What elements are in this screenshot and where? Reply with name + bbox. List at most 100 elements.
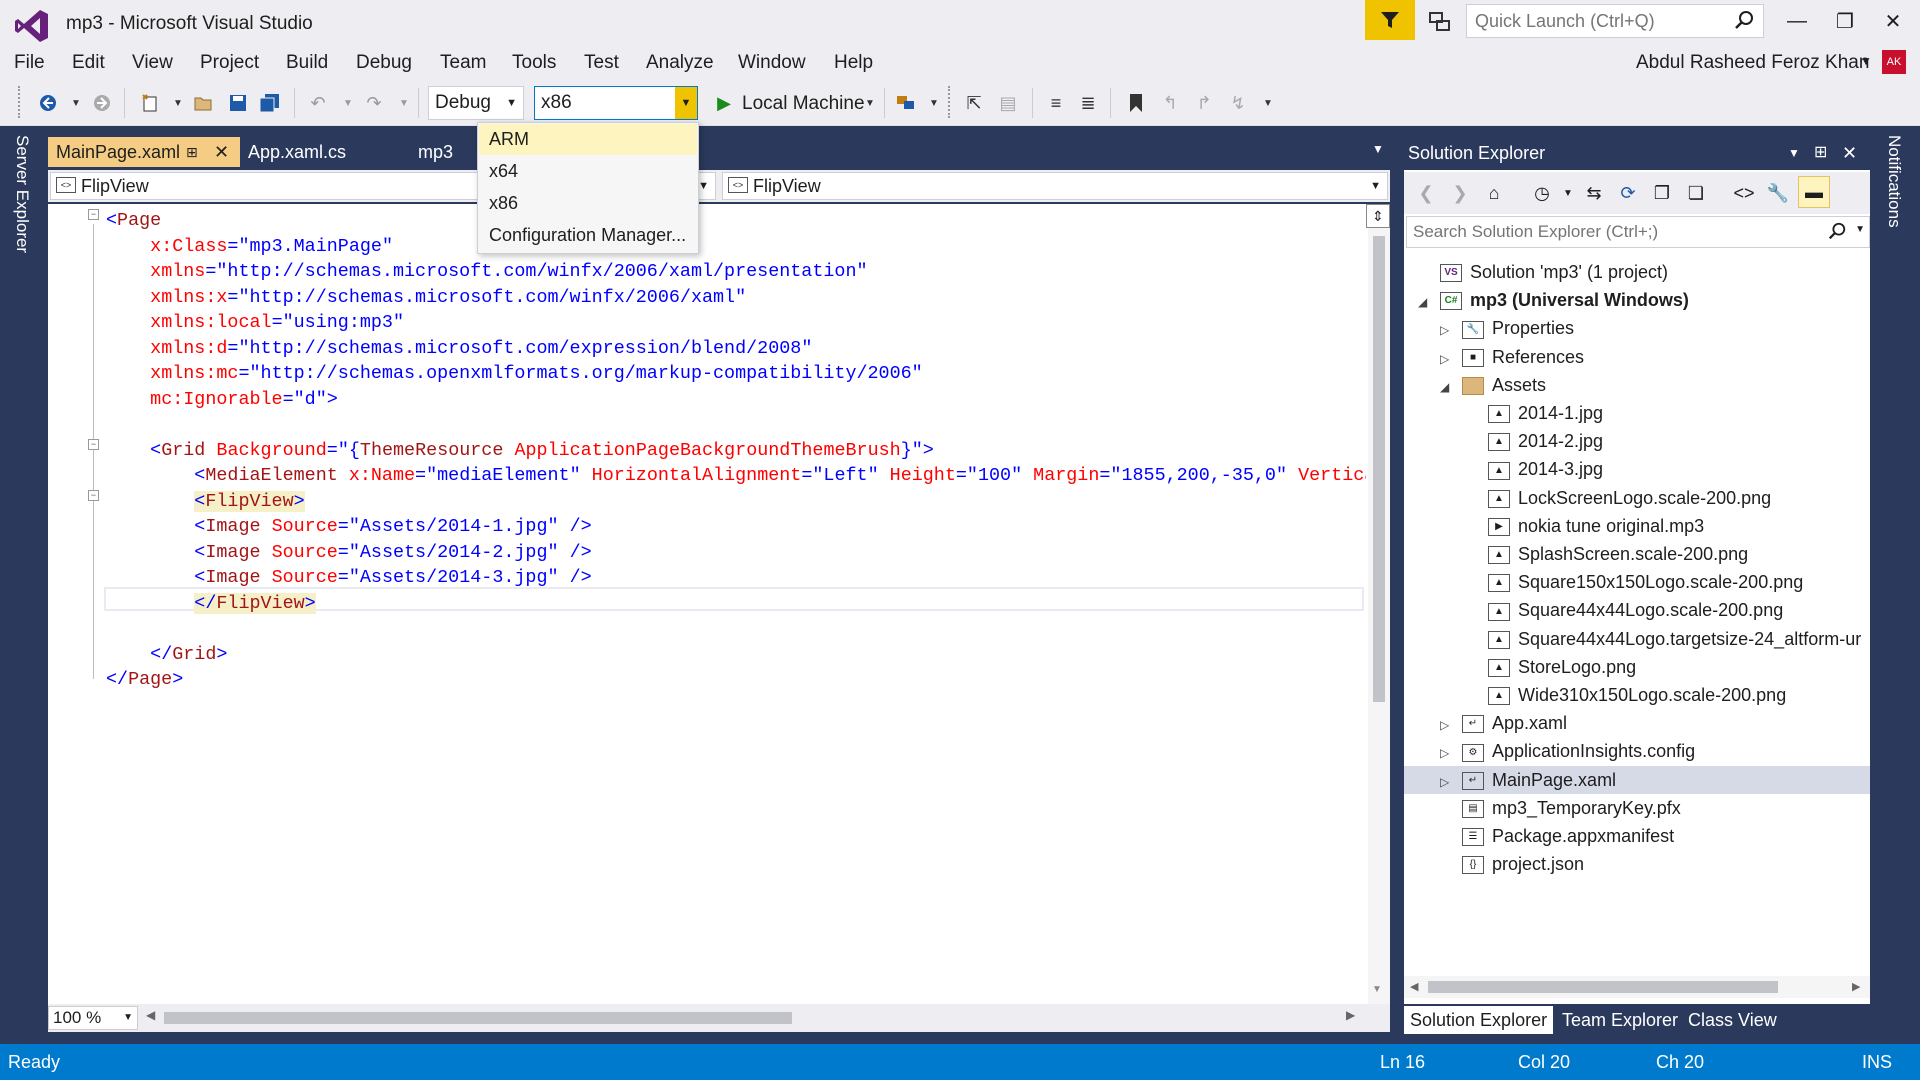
menu-debug[interactable]: Debug bbox=[356, 52, 412, 74]
server-explorer-tab[interactable]: Server Explorer bbox=[12, 135, 32, 253]
quick-launch-input[interactable] bbox=[1467, 5, 1717, 37]
code-line[interactable]: <Image Source="Assets/2014-1.jpg" /> bbox=[106, 514, 591, 539]
menu-view[interactable]: View bbox=[132, 52, 173, 74]
chevron-down-icon[interactable]: ▼ bbox=[62, 90, 90, 116]
select-element-icon[interactable]: ⇱ bbox=[960, 90, 988, 116]
minimize-icon[interactable]: — bbox=[1772, 2, 1822, 40]
next-bookmark-icon[interactable]: ↱ bbox=[1190, 90, 1218, 116]
collapse-arrow-icon[interactable]: ◢ bbox=[1440, 373, 1462, 401]
close-icon[interactable]: ✕ bbox=[214, 137, 229, 167]
chevron-down-icon[interactable]: ▼ bbox=[1554, 180, 1582, 206]
code-line[interactable]: xmlns:x="http://schemas.microsoft.com/wi… bbox=[106, 285, 746, 310]
code-line[interactable]: xmlns:d="http://schemas.microsoft.com/ex… bbox=[106, 336, 812, 361]
code-line[interactable]: </Page> bbox=[106, 667, 183, 692]
tree-item[interactable]: ▲ 2014-2.jpg bbox=[1404, 427, 1870, 455]
tree-item[interactable]: ▲ Wide310x150Logo.scale-200.png bbox=[1404, 681, 1870, 709]
tree-item[interactable]: ▷ 🔧 Properties bbox=[1404, 314, 1870, 342]
run-target-button[interactable]: Local Machine bbox=[742, 93, 865, 115]
start-debugging-icon[interactable]: ▶ bbox=[710, 90, 738, 116]
tree-item[interactable]: ▲ SplashScreen.scale-200.png bbox=[1404, 540, 1870, 568]
menu-edit[interactable]: Edit bbox=[72, 52, 105, 74]
chevron-down-icon[interactable]: ▼ bbox=[856, 90, 884, 116]
collapse-toggle[interactable]: − bbox=[88, 439, 99, 450]
tree-item[interactable]: ◢ Assets bbox=[1404, 371, 1870, 399]
expand-arrow-icon[interactable]: ▷ bbox=[1440, 345, 1462, 373]
code-line[interactable]: <MediaElement x:Name="mediaElement" Hori… bbox=[106, 463, 1366, 488]
chevron-down-icon[interactable]: ▼ bbox=[506, 87, 517, 119]
increase-indent-icon[interactable]: ≣ bbox=[1074, 90, 1102, 116]
chevron-down-icon[interactable]: ▼ bbox=[1788, 137, 1800, 169]
navigate-forward-icon[interactable] bbox=[88, 90, 116, 116]
view-code-icon[interactable]: <> bbox=[1730, 180, 1758, 206]
tab-solution-explorer[interactable]: Solution Explorer bbox=[1404, 1006, 1554, 1034]
redo-icon[interactable]: ↷ bbox=[360, 90, 388, 116]
tree-item[interactable]: ▲ LockScreenLogo.scale-200.png bbox=[1404, 484, 1870, 512]
chevron-down-icon[interactable]: ▼ bbox=[1370, 173, 1381, 199]
tab-mainpage-xaml[interactable]: MainPage.xaml ⊞ ✕ bbox=[48, 137, 240, 167]
tree-item[interactable]: ▷ ■ References bbox=[1404, 343, 1870, 371]
code-line[interactable]: <Page bbox=[106, 208, 161, 233]
tree-item[interactable]: VS Solution 'mp3' (1 project) bbox=[1404, 258, 1870, 286]
tree-item[interactable]: ▤ mp3_TemporaryKey.pfx bbox=[1404, 794, 1870, 822]
scroll-left-icon[interactable]: ◀ bbox=[146, 1008, 155, 1022]
bookmark-icon[interactable] bbox=[1122, 90, 1150, 116]
code-line[interactable]: xmlns:mc="http://schemas.openxmlformats.… bbox=[106, 361, 923, 386]
solution-configuration-select[interactable]: Debug ▼ bbox=[428, 86, 524, 120]
menu-file[interactable]: File bbox=[14, 52, 45, 74]
chevron-down-icon[interactable]: ▼ bbox=[334, 90, 362, 116]
browser-link-icon[interactable] bbox=[892, 90, 920, 116]
open-file-icon[interactable] bbox=[190, 90, 218, 116]
save-all-icon[interactable] bbox=[256, 90, 284, 116]
expand-arrow-icon[interactable]: ▷ bbox=[1440, 768, 1462, 796]
tree-item[interactable]: ◢ C# mp3 (Universal Windows) bbox=[1404, 286, 1870, 314]
close-window-icon[interactable]: ✕ bbox=[1868, 2, 1918, 40]
display-layout-icon[interactable]: ▤ bbox=[994, 90, 1022, 116]
code-line[interactable]: xmlns:local="using:mp3" bbox=[106, 310, 404, 335]
horizontal-scroll-thumb[interactable] bbox=[164, 1012, 792, 1024]
member-scope-select[interactable]: <> FlipView ▼ bbox=[722, 172, 1388, 200]
menu-window[interactable]: Window bbox=[738, 52, 806, 74]
code-line[interactable]: xmlns="http://schemas.microsoft.com/winf… bbox=[106, 259, 867, 284]
code-line[interactable]: x:Class="mp3.MainPage" bbox=[106, 234, 393, 259]
tree-item[interactable]: ▶ nokia tune original.mp3 bbox=[1404, 512, 1870, 540]
code-line[interactable]: <FlipView> bbox=[106, 489, 305, 514]
tree-item[interactable]: ▲ 2014-1.jpg bbox=[1404, 399, 1870, 427]
search-icon[interactable] bbox=[1827, 221, 1847, 246]
solution-horizontal-scroll-thumb[interactable] bbox=[1428, 981, 1778, 993]
vertical-scroll-thumb[interactable] bbox=[1373, 236, 1385, 702]
forward-icon[interactable]: ❯ bbox=[1446, 180, 1474, 206]
tree-item[interactable]: ▷ ↵ MainPage.xaml bbox=[1404, 765, 1870, 796]
chevron-down-icon[interactable]: ▼ bbox=[1855, 224, 1865, 235]
solution-search-box[interactable]: ▼ bbox=[1406, 216, 1870, 248]
solution-search-input[interactable] bbox=[1407, 217, 1807, 247]
sync-with-document-icon[interactable]: ⇆ bbox=[1580, 180, 1608, 206]
refresh-icon[interactable]: ⟳ bbox=[1614, 180, 1642, 206]
collapse-all-icon[interactable]: ❐ bbox=[1648, 180, 1676, 206]
code-text-area[interactable]: <Page x:Class="mp3.MainPage" xmlns="http… bbox=[106, 204, 1366, 1004]
previous-bookmark-icon[interactable]: ↰ bbox=[1156, 90, 1184, 116]
scroll-left-icon[interactable]: ◀ bbox=[1410, 980, 1418, 993]
code-line[interactable]: </FlipView> bbox=[106, 591, 316, 616]
configuration-manager-option[interactable]: Configuration Manager... bbox=[479, 220, 697, 251]
toolbar-grip[interactable] bbox=[948, 86, 952, 118]
expand-arrow-icon[interactable]: ▷ bbox=[1440, 739, 1462, 767]
toolbar-overflow-icon[interactable]: ▼ bbox=[1254, 90, 1282, 116]
feedback-icon[interactable] bbox=[1420, 6, 1460, 38]
chevron-down-icon[interactable]: ▼ bbox=[123, 1007, 133, 1029]
chevron-down-icon[interactable]: ▼ bbox=[920, 90, 948, 116]
tree-item[interactable]: ▲ Square150x150Logo.scale-200.png bbox=[1404, 568, 1870, 596]
tree-item[interactable]: ▲ 2014-3.jpg bbox=[1404, 455, 1870, 483]
new-project-icon[interactable] bbox=[136, 90, 164, 116]
menu-team[interactable]: Team bbox=[440, 52, 486, 74]
menu-tools[interactable]: Tools bbox=[512, 52, 556, 74]
tab-team-explorer[interactable]: Team Explorer bbox=[1556, 1006, 1684, 1034]
undo-icon[interactable]: ↶ bbox=[304, 90, 332, 116]
solution-platform-select[interactable]: x86 ▼ bbox=[534, 86, 698, 120]
tab-app-xaml-cs[interactable]: App.xaml.cs bbox=[240, 137, 390, 167]
toolbar-grip[interactable] bbox=[18, 86, 22, 118]
pin-icon[interactable]: ⊞ bbox=[186, 137, 198, 167]
tree-item[interactable]: ▲ StoreLogo.png bbox=[1404, 653, 1870, 681]
notifications-tab[interactable]: Notifications bbox=[1884, 135, 1904, 228]
menu-analyze[interactable]: Analyze bbox=[646, 52, 714, 74]
chevron-down-icon[interactable]: ▼ bbox=[164, 90, 192, 116]
